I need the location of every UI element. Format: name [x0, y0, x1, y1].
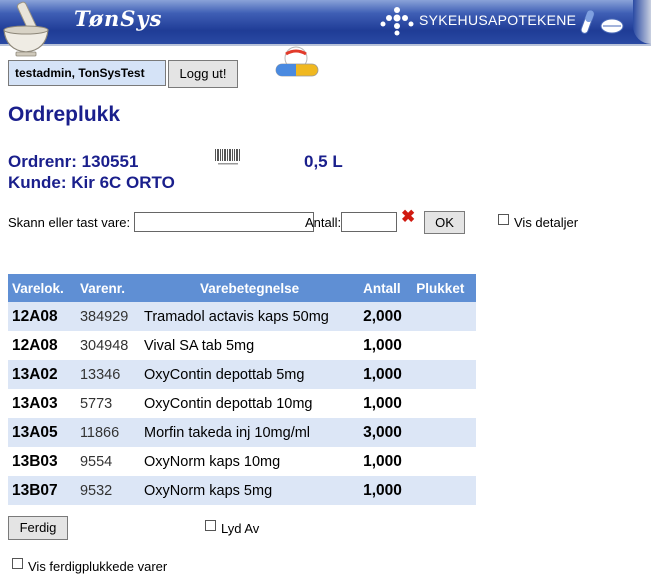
cell-item-number: 9532 [75, 476, 141, 505]
scan-label: Skann eller tast vare: [8, 215, 131, 230]
page-title: Ordreplukk [8, 103, 121, 126]
sound-off-checkbox[interactable] [205, 520, 216, 531]
table-row[interactable]: 12A08 304948 Vival SA tab 5mg 1,000 [8, 331, 476, 360]
cell-picked [412, 389, 476, 418]
cell-quantity: 1,000 [359, 447, 413, 476]
cell-location: 13B07 [8, 476, 76, 505]
table-header-row: Varelok. Varenr. Varebetegnelse Antall P… [8, 274, 476, 302]
cell-quantity: 3,000 [359, 418, 413, 447]
cell-quantity: 1,000 [359, 389, 413, 418]
cell-picked [412, 447, 476, 476]
cell-description: Morfin takeda inj 10mg/ml [140, 418, 360, 447]
table-row[interactable]: 13A03 5773 OxyContin depottab 10mg 1,000 [8, 389, 476, 418]
cell-item-number: 384929 [75, 302, 141, 331]
col-location-header: Varelok. [8, 274, 76, 302]
logout-button[interactable]: Logg ut! [168, 60, 238, 88]
cell-description: Tramadol actavis kaps 50mg [140, 302, 360, 331]
cell-item-number: 11866 [75, 418, 141, 447]
app-logo-text: TønSys [74, 6, 163, 31]
cell-picked [412, 476, 476, 505]
show-completed-label: Vis ferdigplukkede varer [28, 559, 168, 574]
sykehusapotekene-dots-icon [380, 7, 414, 36]
logged-in-user: testadmin, TonSysTest [8, 60, 166, 86]
done-button[interactable]: Ferdig [8, 516, 68, 540]
cell-location: 13A02 [8, 360, 76, 389]
cell-description: OxyNorm kaps 5mg [140, 476, 360, 505]
org-name: SYKEHUSAPOTEKENE [419, 12, 577, 28]
pills-icon [580, 9, 624, 34]
show-details-label: Vis detaljer [514, 215, 579, 230]
table-row[interactable]: 13B07 9532 OxyNorm kaps 5mg 1,000 [8, 476, 476, 505]
cell-item-number: 5773 [75, 389, 141, 418]
quantity-input[interactable] [341, 212, 397, 232]
banner-curve [633, 0, 651, 44]
cell-description: OxyNorm kaps 10mg [140, 447, 360, 476]
cell-location: 13A03 [8, 389, 76, 418]
col-picked-header: Plukket [412, 274, 476, 302]
cell-item-number: 13346 [75, 360, 141, 389]
show-details-checkbox[interactable] [498, 214, 509, 225]
ok-button[interactable]: OK [424, 211, 465, 234]
cell-description: Vival SA tab 5mg [140, 331, 360, 360]
scan-item-input[interactable] [134, 212, 314, 232]
cell-picked [412, 360, 476, 389]
cell-picked [412, 302, 476, 331]
customer-name: Kunde: Kir 6C ORTO [8, 173, 175, 192]
order-number: Ordrenr: 130551 [8, 152, 139, 171]
cell-location: 13A05 [8, 418, 76, 447]
cell-location: 12A08 [8, 302, 76, 331]
cell-item-number: 9554 [75, 447, 141, 476]
pick-list-table: Varelok. Varenr. Varebetegnelse Antall P… [8, 274, 476, 505]
cell-picked [412, 331, 476, 360]
table-row[interactable]: 13A05 11866 Morfin takeda inj 10mg/ml 3,… [8, 418, 476, 447]
cell-picked [412, 418, 476, 447]
show-completed-checkbox[interactable] [12, 558, 23, 569]
cell-quantity: 1,000 [359, 360, 413, 389]
cell-quantity: 1,000 [359, 331, 413, 360]
qty-label: Antall: [305, 215, 342, 230]
medicine-pills-icon [275, 46, 319, 77]
cell-quantity: 1,000 [359, 476, 413, 505]
cell-location: 13B03 [8, 447, 76, 476]
order-volume: 0,5 L [304, 152, 343, 171]
cell-item-number: 304948 [75, 331, 141, 360]
col-quantity-header: Antall [359, 274, 413, 302]
mortar-pestle-icon [3, 1, 49, 57]
table-row[interactable]: 13B03 9554 OxyNorm kaps 10mg 1,000 [8, 447, 476, 476]
table-row[interactable]: 12A08 384929 Tramadol actavis kaps 50mg … [8, 302, 476, 331]
sound-off-label: Lyd Av [221, 521, 260, 536]
col-description-header: Varebetegnelse [140, 274, 360, 302]
cell-description: OxyContin depottab 5mg [140, 360, 360, 389]
col-item-number-header: Varenr. [75, 274, 141, 302]
clear-x-icon[interactable]: ✖ [401, 208, 417, 225]
cell-quantity: 2,000 [359, 302, 413, 331]
cell-location: 12A08 [8, 331, 76, 360]
table-row[interactable]: 13A02 13346 OxyContin depottab 5mg 1,000 [8, 360, 476, 389]
barcode-icon[interactable] [214, 148, 242, 166]
cell-description: OxyContin depottab 10mg [140, 389, 360, 418]
